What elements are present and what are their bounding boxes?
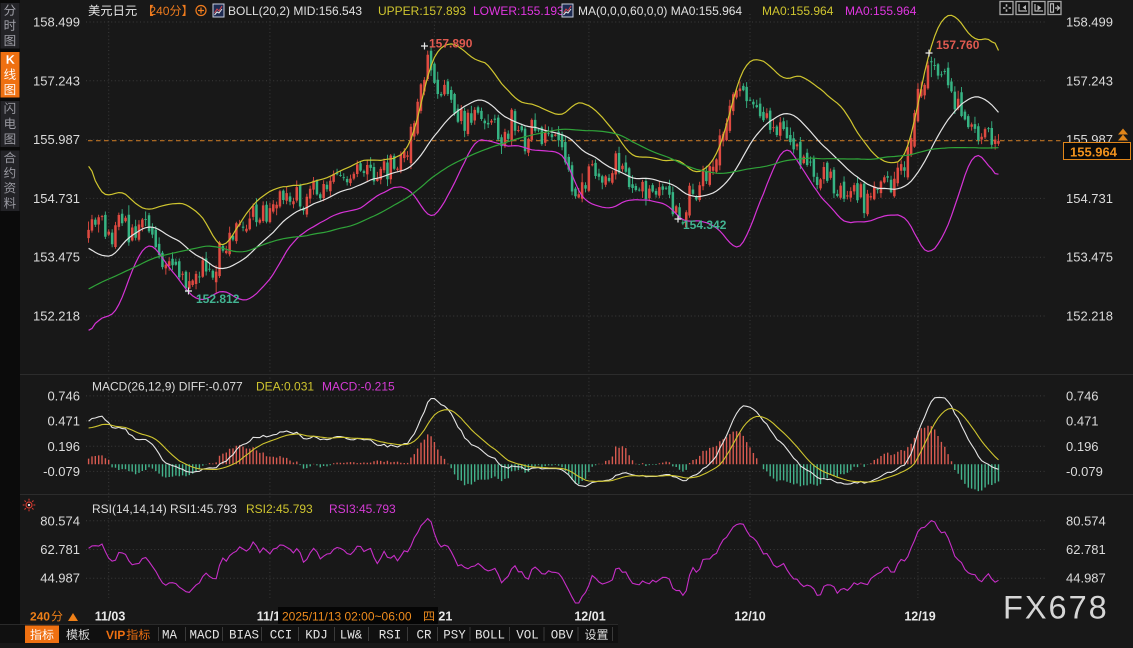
svg-text:-0.079: -0.079 [1066, 464, 1103, 479]
svg-text:11/03: 11/03 [95, 610, 126, 624]
svg-text:154.342: 154.342 [683, 218, 727, 232]
svg-text:157.890: 157.890 [429, 37, 473, 51]
svg-text:155.987: 155.987 [33, 132, 80, 147]
svg-text:MACD: MACD [189, 629, 219, 643]
svg-text:DEA:0.031: DEA:0.031 [256, 380, 314, 394]
svg-text:BOLL: BOLL [475, 629, 505, 643]
svg-text:PSY: PSY [443, 629, 466, 643]
svg-text:158.499: 158.499 [33, 15, 80, 30]
svg-text:CCI: CCI [270, 629, 293, 643]
svg-text:152.812: 152.812 [196, 292, 240, 306]
svg-text:0.471: 0.471 [1066, 413, 1099, 428]
svg-text:RSI3:45.793: RSI3:45.793 [329, 502, 396, 516]
svg-text:BIAS: BIAS [229, 629, 259, 643]
svg-text:0.746: 0.746 [47, 388, 80, 403]
svg-text:44.987: 44.987 [40, 571, 80, 586]
svg-text:157.243: 157.243 [33, 73, 80, 88]
svg-text:155.964: 155.964 [1070, 145, 1118, 160]
svg-text:154.731: 154.731 [1066, 191, 1113, 206]
svg-text:157.760: 157.760 [936, 38, 980, 52]
svg-text:12/01: 12/01 [574, 610, 605, 624]
svg-text:153.475: 153.475 [33, 250, 80, 265]
svg-text:OBV: OBV [551, 629, 574, 643]
svg-text:0.746: 0.746 [1066, 388, 1099, 403]
svg-text:KDJ: KDJ [305, 629, 328, 643]
svg-text:MA(0,0,0,60,0,0) MA0:155.964: MA(0,0,0,60,0,0) MA0:155.964 [578, 4, 742, 18]
svg-text:LW&: LW& [340, 629, 363, 643]
svg-text:UPPER:157.893: UPPER:157.893 [378, 4, 466, 18]
svg-text:2025/11/13 02:00~06:00: 2025/11/13 02:00~06:00 [282, 610, 412, 624]
svg-text:0.471: 0.471 [47, 413, 80, 428]
svg-text:62.781: 62.781 [40, 542, 80, 557]
svg-text:RSI(14,14,14) RSI1:45.793: RSI(14,14,14) RSI1:45.793 [92, 502, 237, 516]
svg-text:154.731: 154.731 [33, 191, 80, 206]
svg-text:BOLL(20,2) MID:156.543: BOLL(20,2) MID:156.543 [228, 4, 362, 18]
svg-text:LOWER:155.193: LOWER:155.193 [473, 4, 564, 18]
svg-text:MA0:155.964: MA0:155.964 [845, 4, 917, 18]
svg-text:12/10: 12/10 [734, 610, 765, 624]
svg-text:VOL: VOL [516, 629, 539, 643]
svg-text:62.781: 62.781 [1066, 542, 1106, 557]
svg-text:153.475: 153.475 [1066, 250, 1113, 265]
svg-text:157.243: 157.243 [1066, 73, 1113, 88]
svg-text:MA: MA [162, 629, 178, 643]
svg-text:CR: CR [416, 629, 432, 643]
svg-text:80.574: 80.574 [1066, 513, 1106, 528]
svg-text:RSI2:45.793: RSI2:45.793 [246, 502, 313, 516]
svg-text:RSI: RSI [379, 629, 402, 643]
svg-text:-0.079: -0.079 [43, 464, 80, 479]
svg-text:FX678: FX678 [1003, 590, 1109, 626]
svg-text:MA0:155.964: MA0:155.964 [762, 4, 834, 18]
svg-text:0.196: 0.196 [1066, 439, 1099, 454]
svg-text:MACD:-0.215: MACD:-0.215 [322, 380, 395, 394]
svg-text:80.574: 80.574 [40, 513, 80, 528]
svg-text:158.499: 158.499 [1066, 15, 1113, 30]
svg-text:152.218: 152.218 [1066, 309, 1113, 324]
svg-text:0.196: 0.196 [47, 439, 80, 454]
svg-text:MACD(26,12,9) DIFF:-0.077: MACD(26,12,9) DIFF:-0.077 [92, 380, 243, 394]
svg-text:12/19: 12/19 [904, 610, 935, 624]
svg-text:152.218: 152.218 [33, 309, 80, 324]
svg-text:44.987: 44.987 [1066, 571, 1106, 586]
